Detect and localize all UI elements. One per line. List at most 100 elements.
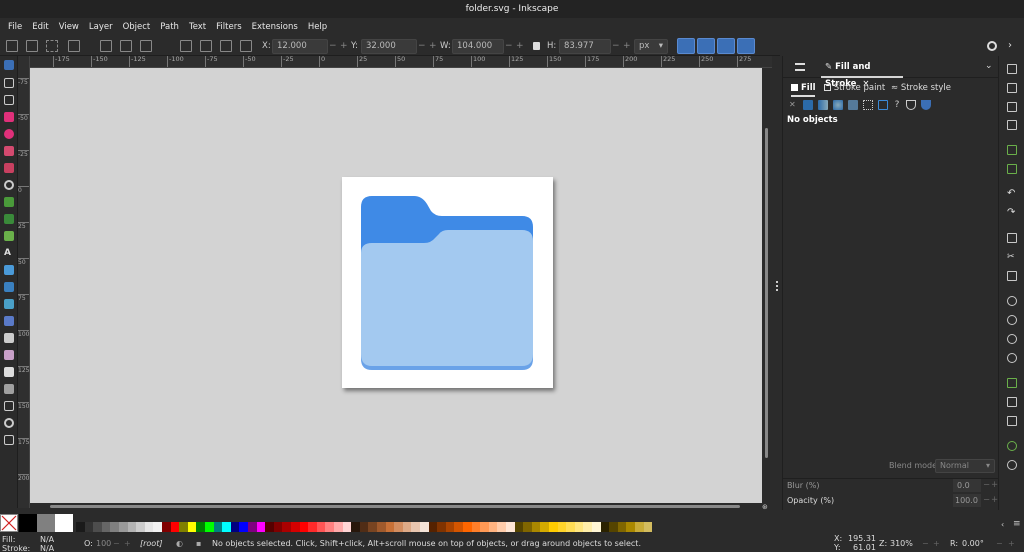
subtab-stroke-paint[interactable]: Stroke paint bbox=[824, 80, 885, 96]
fill-rule-evenodd-icon[interactable] bbox=[906, 100, 916, 110]
zoom-decrement-button[interactable]: − bbox=[922, 539, 929, 548]
palette-swatch[interactable] bbox=[411, 522, 420, 532]
y-decrement-button[interactable]: − bbox=[418, 39, 426, 54]
calligraphy-tool-icon[interactable] bbox=[4, 231, 14, 241]
no-paint-icon[interactable]: ✕ bbox=[789, 100, 799, 110]
copy-icon[interactable] bbox=[1007, 233, 1017, 243]
palette-swatch[interactable] bbox=[549, 522, 558, 532]
spiral-tool-icon[interactable] bbox=[4, 180, 14, 190]
palette-swatch[interactable] bbox=[334, 522, 343, 532]
commands-toggle-icon[interactable] bbox=[987, 41, 997, 51]
menu-layer[interactable]: Layer bbox=[84, 22, 118, 32]
palette-swatch[interactable] bbox=[316, 522, 326, 532]
y-increment-button[interactable]: + bbox=[429, 39, 437, 54]
menu-help[interactable]: Help bbox=[303, 22, 332, 32]
blend-mode-select[interactable]: Normal ▾ bbox=[935, 459, 995, 473]
palette-menu-icon[interactable]: ≡ bbox=[1013, 519, 1021, 529]
zoom-increment-button[interactable]: + bbox=[933, 539, 940, 548]
subtab-fill[interactable]: Fill bbox=[791, 80, 816, 96]
palette-swatch[interactable] bbox=[342, 522, 352, 532]
palette-swatch[interactable] bbox=[531, 522, 541, 532]
zoom-width-icon[interactable] bbox=[1007, 353, 1017, 363]
palette-swatch[interactable] bbox=[136, 522, 145, 532]
palette-swatch[interactable] bbox=[643, 522, 653, 532]
panel-divider[interactable] bbox=[772, 56, 782, 510]
save-icon[interactable] bbox=[1007, 102, 1017, 112]
palette-swatch[interactable] bbox=[377, 522, 386, 532]
swatch-black[interactable] bbox=[19, 514, 37, 532]
chevron-down-icon[interactable]: ⌄ bbox=[985, 61, 993, 71]
h-increment-button[interactable]: + bbox=[623, 39, 631, 54]
horizontal-scrollbar[interactable] bbox=[30, 503, 772, 510]
drag-handle-icon[interactable] bbox=[776, 281, 778, 291]
menu-extensions[interactable]: Extensions bbox=[247, 22, 303, 32]
rectangle-tool-icon[interactable] bbox=[4, 112, 14, 122]
palette-swatch[interactable] bbox=[119, 522, 128, 532]
pattern-icon[interactable] bbox=[863, 100, 873, 110]
palette-swatch[interactable] bbox=[351, 522, 360, 532]
group-icon[interactable] bbox=[1007, 441, 1017, 451]
select-tool-icon[interactable] bbox=[4, 60, 14, 70]
spray-tool-icon[interactable] bbox=[4, 333, 14, 343]
clone-icon[interactable] bbox=[1007, 397, 1017, 407]
palette-swatch[interactable] bbox=[574, 522, 584, 532]
blur-field[interactable]: 0.0 bbox=[953, 479, 981, 492]
x-increment-button[interactable]: + bbox=[340, 39, 348, 54]
palette-swatch[interactable] bbox=[566, 522, 575, 532]
palette-swatch[interactable] bbox=[463, 522, 472, 532]
menu-file[interactable]: File bbox=[3, 22, 27, 32]
flip-vertical-icon[interactable] bbox=[140, 40, 152, 52]
opacity-decrement-button[interactable]: − bbox=[983, 495, 990, 505]
palette-swatch[interactable] bbox=[592, 522, 601, 532]
flat-color-icon[interactable] bbox=[803, 100, 813, 110]
blur-decrement-button[interactable]: − bbox=[983, 480, 990, 490]
bucket-tool-icon[interactable] bbox=[4, 316, 14, 326]
palette-swatch[interactable] bbox=[256, 522, 266, 532]
undo-icon[interactable]: ↶ bbox=[1007, 189, 1017, 199]
palette-swatch[interactable] bbox=[557, 522, 567, 532]
palette-swatch[interactable] bbox=[454, 522, 463, 532]
tab-fill-and-stroke[interactable]: ✎ Fill and Stroke × bbox=[821, 59, 903, 89]
new-document-icon[interactable] bbox=[1007, 64, 1017, 74]
flip-horizontal-icon[interactable] bbox=[120, 40, 132, 52]
palette-swatch[interactable] bbox=[76, 522, 85, 532]
opacity-status-value[interactable]: 100 bbox=[96, 539, 111, 548]
cut-icon[interactable]: ✂ bbox=[1007, 252, 1017, 262]
transform-patterns-icon[interactable] bbox=[737, 38, 755, 54]
horizontal-scroll-thumb[interactable] bbox=[50, 505, 740, 508]
rotation-increment-button[interactable]: + bbox=[1008, 539, 1015, 548]
export-icon[interactable] bbox=[1007, 164, 1017, 174]
palette-swatch[interactable] bbox=[626, 522, 635, 532]
palette-swatch[interactable] bbox=[635, 522, 644, 532]
dialog-menu-icon[interactable] bbox=[795, 63, 805, 71]
star-tool-icon[interactable] bbox=[4, 146, 14, 156]
rotate-cw-icon[interactable] bbox=[100, 40, 112, 52]
rotate-ccw-icon[interactable] bbox=[68, 40, 80, 52]
redo-icon[interactable]: ↷ bbox=[1007, 208, 1017, 218]
lock-icon[interactable] bbox=[533, 42, 540, 50]
w-decrement-button[interactable]: − bbox=[505, 39, 513, 54]
pencil-tool-icon[interactable] bbox=[4, 214, 14, 224]
swatch-gray[interactable] bbox=[37, 514, 55, 532]
palette-swatch[interactable] bbox=[84, 522, 94, 532]
unit-select[interactable]: px ▾ bbox=[634, 39, 668, 54]
palette-swatch[interactable] bbox=[239, 522, 248, 532]
transform-gradients-icon[interactable] bbox=[717, 38, 735, 54]
palette-swatch[interactable] bbox=[196, 522, 205, 532]
palette-swatch[interactable] bbox=[273, 522, 283, 532]
color-mode-icon[interactable]: ⊛ bbox=[762, 503, 772, 511]
palette-swatch[interactable] bbox=[325, 522, 334, 532]
select-all-layers-icon[interactable] bbox=[26, 40, 38, 52]
linear-gradient-icon[interactable] bbox=[818, 100, 828, 110]
palette-swatch[interactable] bbox=[282, 522, 291, 532]
gradient-tool-icon[interactable] bbox=[4, 265, 14, 275]
scale-stroke-icon[interactable] bbox=[677, 38, 695, 54]
palette-swatch[interactable] bbox=[359, 522, 369, 532]
palette-swatch[interactable] bbox=[385, 522, 395, 532]
raise-top-icon[interactable] bbox=[240, 40, 252, 52]
raise-icon[interactable] bbox=[220, 40, 232, 52]
palette-swatch[interactable] bbox=[93, 522, 102, 532]
x-decrement-button[interactable]: − bbox=[329, 39, 337, 54]
fill-rule-nonzero-icon[interactable] bbox=[921, 100, 931, 110]
no-paint-swatch[interactable] bbox=[0, 514, 18, 532]
